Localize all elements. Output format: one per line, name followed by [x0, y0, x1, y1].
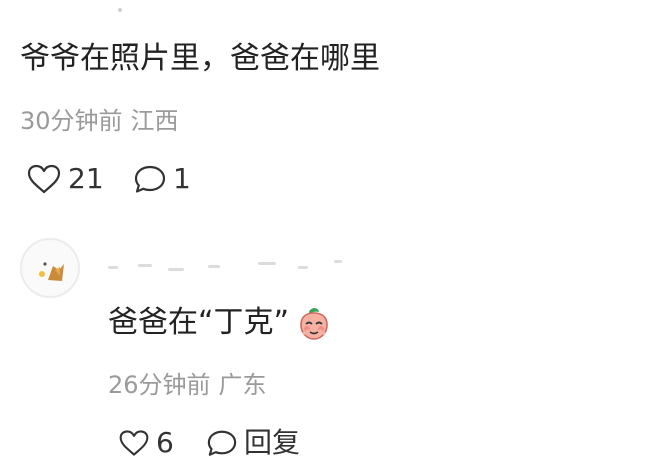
speech-bubble-icon — [206, 428, 238, 458]
comment-reply-count: 1 — [173, 162, 191, 195]
heart-icon — [26, 163, 62, 195]
comment-location: 江西 — [130, 107, 179, 135]
reply-meta: 26分钟前 广东 — [108, 370, 267, 400]
decorative-dot — [118, 8, 122, 12]
heart-icon — [118, 428, 150, 458]
reply-reply-button[interactable]: 回复 — [206, 427, 300, 459]
reply-like-count: 6 — [156, 426, 174, 459]
comment-reply-button[interactable]: 1 — [133, 163, 191, 195]
comment-like-count: 21 — [68, 162, 104, 195]
comment-text: 爷爷在照片里，爸爸在哪里 — [20, 41, 380, 76]
username-blurred — [108, 260, 348, 274]
reply-time: 26分钟前 — [108, 371, 211, 399]
comment-time: 30分钟前 — [20, 107, 123, 135]
reply-reply-label: 回复 — [244, 426, 301, 459]
speech-bubble-icon — [133, 163, 167, 195]
reply-text: 爸爸在“丁克” — [108, 305, 290, 340]
reply-location: 广东 — [218, 371, 267, 399]
reply-like-button[interactable]: 6 — [118, 427, 174, 459]
avatar[interactable] — [20, 238, 80, 298]
comment-like-button[interactable]: 21 — [26, 163, 104, 195]
reply-text-row: 爸爸在“丁克” — [108, 302, 333, 344]
peach-shy-emoji-icon — [295, 304, 333, 342]
comment-meta: 30分钟前 江西 — [20, 106, 179, 136]
